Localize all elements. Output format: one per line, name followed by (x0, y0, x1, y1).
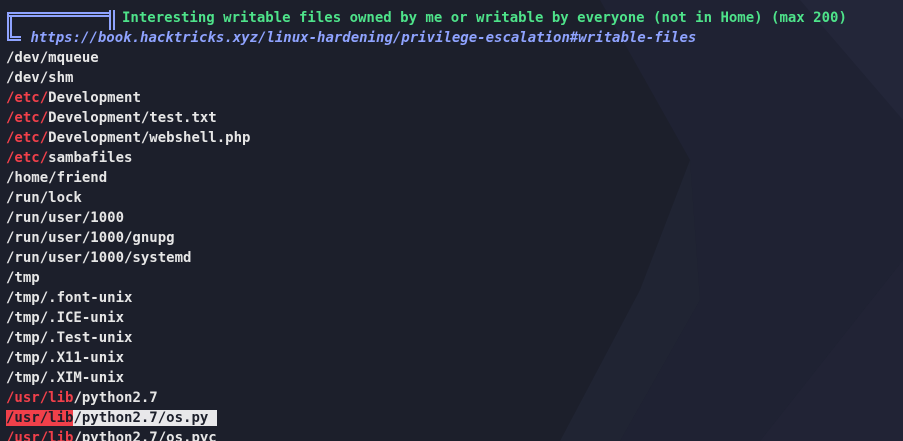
path-highlight: /etc/ (6, 150, 49, 166)
path-highlight: /usr/lib (6, 430, 74, 441)
path-rest: /python2.7 (73, 390, 158, 406)
file-path-line: /tmp (6, 268, 40, 288)
path-rest: /python2.7/os.pyc (73, 430, 217, 441)
path-rest: /run/lock (6, 190, 82, 206)
path-rest: /run/user/1000/systemd (6, 250, 192, 266)
file-path-line-critical: /usr/lib/python2.7/os.py (6, 408, 217, 428)
file-path-line: /tmp/.ICE-unix (6, 308, 124, 328)
file-path-line: /run/user/1000 (6, 208, 124, 228)
file-path-line: /etc/sambafiles (6, 148, 132, 168)
path-rest: Development (48, 90, 141, 106)
section-title: Interesting writable files owned by me o… (122, 10, 847, 26)
file-path-line: /dev/shm (6, 68, 73, 88)
path-rest: Development/test.txt (48, 110, 217, 126)
path-rest: /tmp/.X11-unix (6, 350, 125, 366)
path-rest: /dev/shm (6, 70, 74, 86)
terminal-output: Interesting writable files owned by me o… (0, 0, 903, 441)
path-highlight: /usr/lib (6, 390, 74, 406)
path-highlight-critical: /usr/lib (6, 410, 74, 426)
path-rest: /tmp/.Test-unix (6, 330, 133, 346)
path-rest: /tmp (6, 270, 40, 286)
file-path-line: /tmp/.X11-unix (6, 348, 124, 368)
file-path-line: /tmp/.font-unix (6, 288, 132, 308)
path-rest-critical: /python2.7/os.py (73, 410, 217, 426)
hacktricks-link[interactable]: https://book.hacktricks.xyz/linux-harden… (30, 30, 696, 46)
section-link-line: https://book.hacktricks.xyz/linux-harden… (6, 28, 696, 48)
path-rest: /tmp/.font-unix (6, 290, 133, 306)
section-header-box-icon (6, 10, 115, 40)
file-path-line: /usr/lib/python2.7 (6, 388, 158, 408)
file-path-line: /dev/mqueue (6, 48, 99, 68)
path-rest: /tmp/.ICE-unix (6, 310, 125, 326)
box-corner-icon (6, 28, 22, 48)
path-highlight: /etc/ (6, 110, 49, 126)
file-path-line: /tmp/.Test-unix (6, 328, 132, 348)
path-rest: /run/user/1000/gnupg (6, 230, 175, 246)
file-path-line: /home/friend (6, 168, 107, 188)
file-path-line: /run/user/1000/gnupg (6, 228, 175, 248)
file-path-line: /run/user/1000/systemd (6, 248, 191, 268)
path-rest: Development/webshell.php (48, 130, 251, 146)
file-path-line: /run/lock (6, 188, 82, 208)
path-rest: /dev/mqueue (6, 50, 99, 66)
path-rest: /tmp/.XIM-unix (6, 370, 125, 386)
path-rest: sambafiles (48, 150, 133, 166)
file-path-line: /etc/Development (6, 88, 141, 108)
path-rest: /run/user/1000 (6, 210, 125, 226)
file-path-line: /etc/Development/test.txt (6, 108, 217, 128)
path-highlight: /etc/ (6, 130, 49, 146)
file-path-line: /usr/lib/python2.7/os.pyc (6, 428, 217, 441)
file-path-line: /tmp/.XIM-unix (6, 368, 124, 388)
file-path-line: /etc/Development/webshell.php (6, 128, 250, 148)
path-highlight: /etc/ (6, 90, 49, 106)
path-rest: /home/friend (6, 170, 108, 186)
